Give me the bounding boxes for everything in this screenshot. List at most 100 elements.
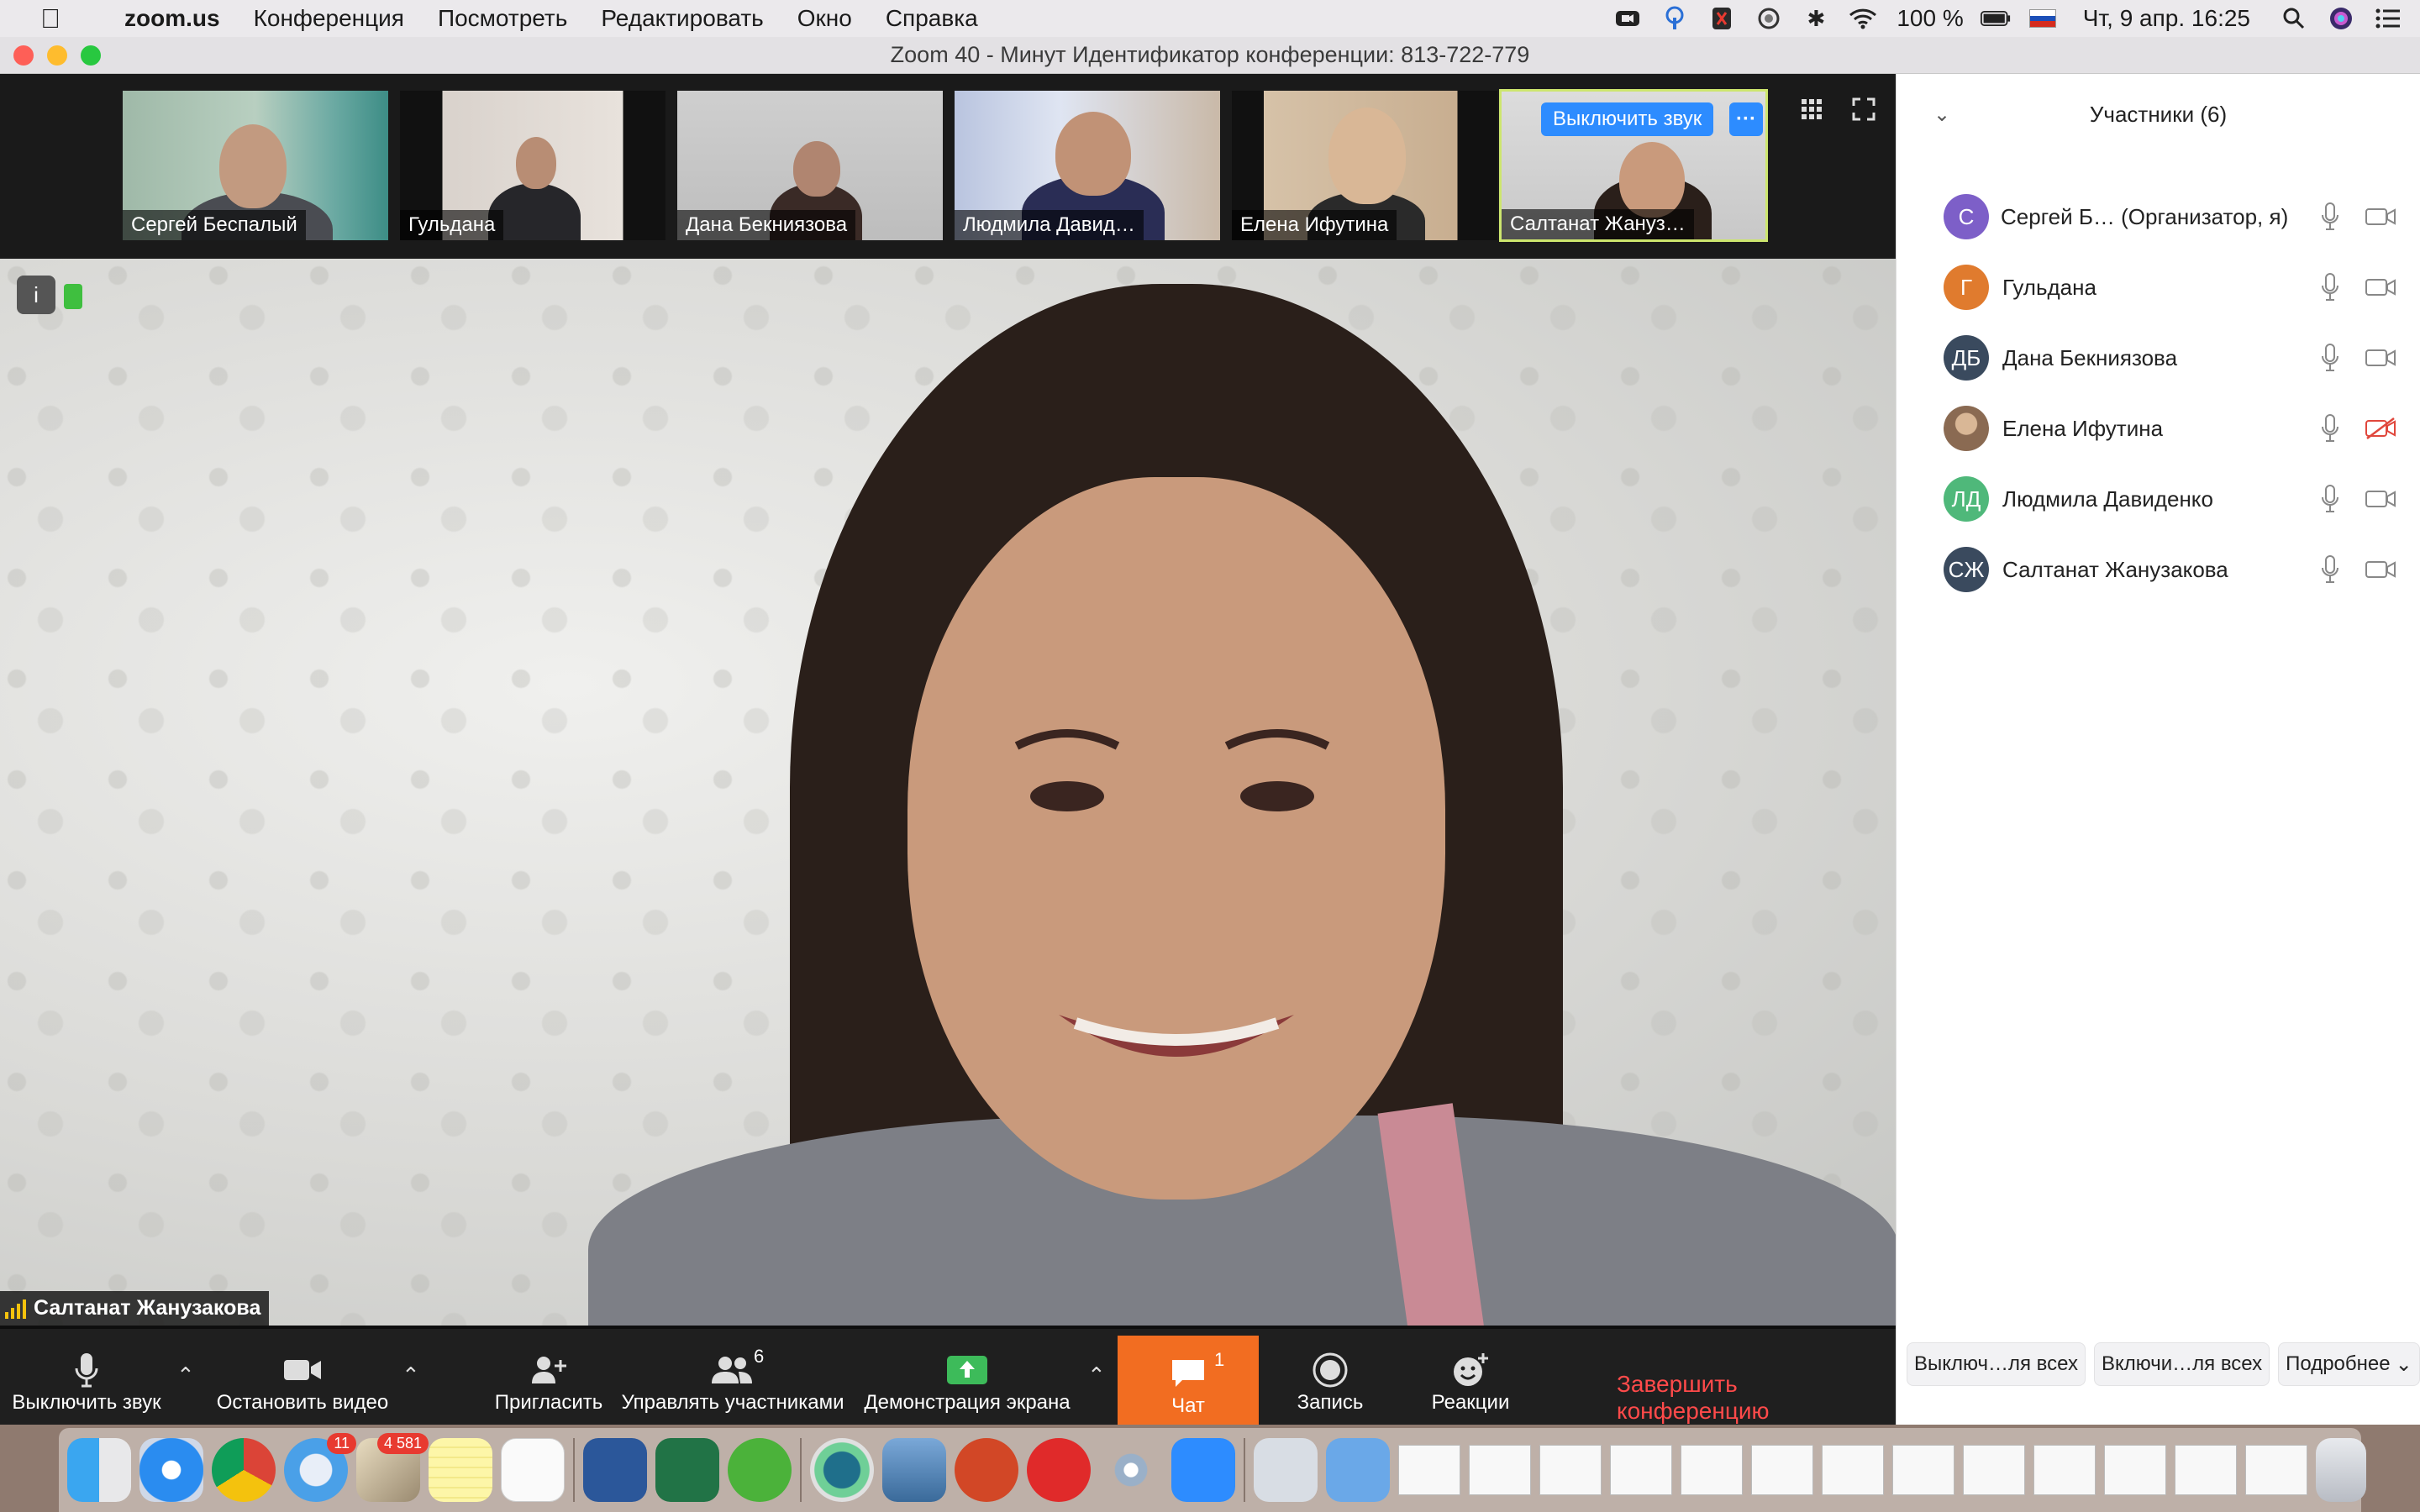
safari-icon[interactable] (139, 1438, 203, 1502)
russian-flag-icon[interactable] (2028, 5, 2058, 32)
bluetooth-icon[interactable]: ✱ (1801, 5, 1831, 32)
folder-icon[interactable] (1326, 1438, 1390, 1502)
podcast-icon[interactable] (1660, 5, 1690, 32)
video-tile[interactable]: Сергей Беспалый (121, 89, 390, 242)
manage-participants-button[interactable]: 6 Управлять участниками (618, 1341, 847, 1421)
document-thumbnail[interactable] (1539, 1445, 1602, 1495)
participant-row[interactable]: ДБ Дана Бекниязова (1897, 323, 2420, 393)
menu-app-name[interactable]: zoom.us (124, 5, 220, 32)
more-options-button[interactable]: Подробнее ⌄ (2278, 1342, 2420, 1386)
notification-center-icon[interactable] (2373, 5, 2403, 32)
document-thumbnail[interactable] (1822, 1445, 1884, 1495)
video-tile[interactable]: Дана Бекниязова (676, 89, 944, 242)
gallery-view-icon[interactable] (1800, 97, 1828, 126)
share-options-caret-icon[interactable]: ⌃ (1087, 1362, 1106, 1389)
finder-icon[interactable] (67, 1438, 131, 1502)
word-icon[interactable] (583, 1438, 647, 1502)
wifi-icon[interactable] (1848, 5, 1878, 32)
active-speaker-video[interactable]: i Салтанат Жанузакова (0, 259, 1896, 1326)
bluetooth-app-icon[interactable] (1707, 5, 1737, 32)
document-thumbnail[interactable] (2175, 1445, 2237, 1495)
participant-row[interactable]: СЖ Салтанат Жанузакова (1897, 534, 2420, 605)
video-camera-icon[interactable] (2365, 206, 2396, 228)
reactions-button[interactable]: Реакции (1423, 1341, 1518, 1421)
video-camera-icon[interactable] (2365, 559, 2396, 580)
participant-row[interactable]: Елена Ифутина (1897, 393, 2420, 464)
webex-icon[interactable] (810, 1438, 874, 1502)
close-window-button[interactable] (13, 45, 34, 66)
document-thumbnail[interactable] (2033, 1445, 2096, 1495)
microphone-icon[interactable] (2322, 273, 2338, 302)
zoom-status-icon[interactable] (1612, 5, 1643, 32)
document-thumbnail[interactable] (1398, 1445, 1460, 1495)
mute-all-button[interactable]: Выключ…ля всех (1907, 1342, 2086, 1386)
trash-icon[interactable] (2316, 1438, 2366, 1502)
video-tile[interactable]: Елена Ифутина (1230, 89, 1499, 242)
downloads-stack-icon[interactable] (1254, 1438, 1318, 1502)
menu-window[interactable]: Окно (797, 5, 852, 32)
video-tile[interactable]: Людмила Давид… (953, 89, 1222, 242)
video-off-icon[interactable] (2365, 417, 2396, 439)
participant-row[interactable]: ЛД Людмила Давиденко (1897, 464, 2420, 534)
participant-row[interactable]: Г Гульдана (1897, 252, 2420, 323)
microphone-icon[interactable] (2322, 414, 2338, 443)
clock[interactable]: Чт, 9 апр. 16:25 (2083, 5, 2250, 32)
document-thumbnail[interactable] (1681, 1445, 1743, 1495)
microphone-icon[interactable] (2322, 344, 2338, 372)
fullscreen-icon[interactable] (1852, 97, 1881, 126)
sync-icon[interactable] (1754, 5, 1784, 32)
zoom-icon[interactable] (1171, 1438, 1235, 1502)
microphone-icon[interactable] (2322, 202, 2338, 231)
siri-icon[interactable] (2326, 5, 2356, 32)
document-thumbnail[interactable] (1751, 1445, 1813, 1495)
stop-video-button[interactable]: Остановить видео (210, 1341, 395, 1421)
encryption-lock-icon[interactable] (64, 284, 82, 309)
collapse-panel-chevron-icon[interactable]: ⌄ (1933, 102, 1950, 127)
document-thumbnail[interactable] (1469, 1445, 1531, 1495)
document-thumbnail[interactable] (1610, 1445, 1672, 1495)
document-thumbnail[interactable] (1963, 1445, 2025, 1495)
spotlight-search-icon[interactable] (2279, 5, 2309, 32)
battery-icon[interactable] (1980, 5, 2011, 32)
video-camera-icon[interactable] (2365, 347, 2396, 369)
tweetbot-icon[interactable]: 11 (284, 1433, 356, 1502)
chat-button[interactable]: 1 Чат (1118, 1336, 1259, 1428)
notes-icon[interactable] (429, 1438, 492, 1502)
airdrop-icon[interactable] (1099, 1438, 1163, 1502)
utorrent-icon[interactable] (728, 1438, 792, 1502)
apple-menu-icon[interactable]:  (34, 3, 67, 34)
meeting-info-icon[interactable]: i (17, 276, 55, 314)
mail-stamp-icon[interactable]: 4 581 (356, 1433, 429, 1502)
participant-row[interactable]: С Сергей Б… (Организатор, я) (1897, 181, 2420, 252)
audio-options-caret-icon[interactable]: ⌃ (176, 1362, 195, 1389)
microphone-icon[interactable] (2322, 485, 2338, 513)
menu-view[interactable]: Посмотреть (438, 5, 567, 32)
chrome-icon[interactable] (212, 1438, 276, 1502)
unmute-all-button[interactable]: Включи…ля всех (2093, 1342, 2270, 1386)
video-camera-icon[interactable] (2365, 488, 2396, 510)
mute-audio-button[interactable]: Выключить звук (7, 1341, 166, 1421)
tile-mute-button[interactable]: Выключить звук (1541, 102, 1714, 136)
invite-button[interactable]: Пригласить (489, 1341, 608, 1421)
video-tile[interactable]: Гульдана (398, 89, 667, 242)
end-meeting-button[interactable]: Завершить конференцию (1617, 1371, 1896, 1425)
menu-help[interactable]: Справка (886, 5, 978, 32)
excel-icon[interactable] (655, 1438, 719, 1502)
microphone-icon[interactable] (2322, 555, 2338, 584)
document-thumbnail[interactable] (2245, 1445, 2307, 1495)
video-options-caret-icon[interactable]: ⌃ (402, 1362, 420, 1389)
video-camera-icon[interactable] (2365, 276, 2396, 298)
reminders-icon[interactable] (501, 1438, 565, 1502)
powerpoint-icon[interactable] (955, 1438, 1018, 1502)
document-thumbnail[interactable] (2104, 1445, 2166, 1495)
minimize-window-button[interactable] (47, 45, 67, 66)
record-button[interactable]: Запись (1286, 1341, 1375, 1421)
menu-conference[interactable]: Конференция (254, 5, 404, 32)
menu-edit[interactable]: Редактировать (601, 5, 763, 32)
share-screen-button[interactable]: Демонстрация экрана (859, 1341, 1076, 1421)
acrobat-icon[interactable] (1027, 1438, 1091, 1502)
document-thumbnail[interactable] (1892, 1445, 1954, 1495)
preview-icon[interactable] (882, 1438, 946, 1502)
tile-more-button[interactable]: ··· (1729, 102, 1763, 136)
zoom-window-button[interactable] (81, 45, 101, 66)
